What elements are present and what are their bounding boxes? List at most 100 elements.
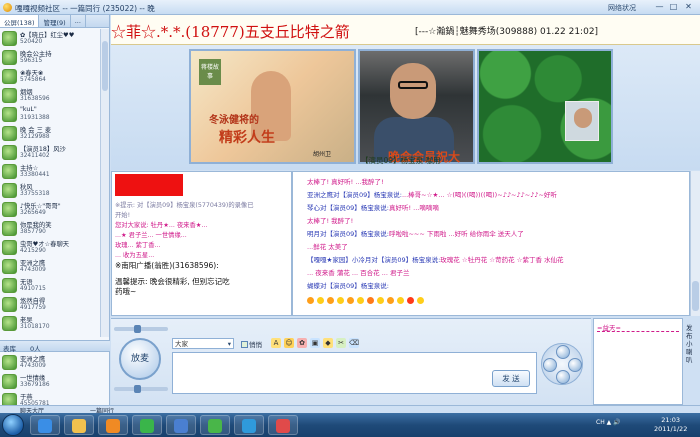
broadcast-button[interactable]: 发布小喇叭	[686, 324, 696, 364]
scroll-thumb[interactable]	[102, 41, 108, 91]
chat-line: 开始!	[115, 212, 131, 219]
chat-sender[interactable]: 亚洲之鹰对【演员09】杨宝泉说:	[307, 191, 402, 199]
list-item[interactable]: ♪快乐☆"哥哥" 3265649	[0, 200, 100, 219]
flower-icon[interactable]: ✿	[297, 338, 307, 348]
chat-message: 亚洲之鹰对【演员09】杨宝泉说:...棒哥~☆★... ☆(喝)((喝))((喝…	[307, 189, 557, 199]
chat-text: ... 夜来香 蒲花 ... 百合花 ... 君子兰	[307, 269, 410, 277]
screenshot-icon[interactable]: ✂	[336, 338, 346, 348]
clock[interactable]: 21:03 2011/1/22	[654, 416, 687, 434]
app-icon	[276, 419, 290, 433]
video-strip: 蒋楼故事 冬泳健将的 精彩人生 胡州卫 晚会会员祝大 【演员09】杨宝泉 咖用	[111, 45, 700, 170]
list-item[interactable]: 虫哥♥オ☆春聊天 4215290	[0, 238, 100, 257]
taskbar-ie[interactable]	[30, 415, 60, 435]
mic-button[interactable]: 放麦	[119, 338, 161, 380]
taskbar: CH ▲ 🔊 21:03 2011/1/22	[0, 413, 700, 437]
slider-handle[interactable]	[134, 325, 141, 333]
network-status[interactable]: 网络状况	[608, 3, 636, 13]
maximize-button[interactable]: □	[668, 2, 679, 12]
list-item[interactable]: ❀春天❀ 5745864	[0, 67, 100, 86]
avatar	[2, 107, 17, 122]
video-panel-1[interactable]: 蒋楼故事 冬泳健将的 精彩人生 胡州卫	[189, 49, 356, 164]
settings-icon[interactable]	[556, 345, 570, 359]
video-panel-2[interactable]	[358, 49, 475, 164]
checkbox-icon[interactable]	[241, 341, 248, 348]
target-select[interactable]: 大家	[172, 338, 234, 349]
tab-count[interactable]: 0人	[30, 343, 41, 353]
tab-admin[interactable]: 管理(9)	[39, 15, 71, 27]
list-item[interactable]: 晚 会 三 麦 32129988	[0, 124, 100, 143]
list-item[interactable]: 无语 4910715	[0, 276, 100, 295]
taskbar-explorer[interactable]	[64, 415, 94, 435]
chat-line: ... 收为五星...	[115, 252, 155, 259]
taskbar-app5[interactable]	[268, 415, 298, 435]
avatar	[2, 240, 17, 255]
media-controls	[541, 343, 583, 385]
bottom-tabs: 聊天大厅 一篇同行	[0, 405, 700, 415]
taskbar-media[interactable]	[98, 415, 128, 435]
private-checkbox[interactable]: 悄悄	[241, 339, 262, 349]
chat-scrollbar[interactable]	[690, 171, 700, 316]
user-id: 3265649	[20, 210, 46, 216]
list-item[interactable]: ✿【晓丘】红尘♥♥ 520420	[0, 29, 100, 48]
video-caption: 冬泳健将的	[209, 115, 259, 126]
font-icon[interactable]: A	[271, 338, 281, 348]
user-name: 于燕	[20, 394, 33, 401]
chat-text: 玫瑰花 ☆牡丹花 ☆苛药花 ☆紫丁香 水仙花	[440, 256, 564, 264]
image-icon[interactable]: ▣	[310, 338, 320, 348]
speaker-icon[interactable]	[568, 358, 582, 372]
user-name: "kuL"	[20, 106, 37, 113]
clear-icon[interactable]: ⌫	[349, 338, 359, 348]
user-name: ♪快乐☆"哥哥"	[20, 203, 61, 210]
slider-handle[interactable]	[134, 385, 141, 393]
user-id: 520420	[20, 39, 43, 45]
user-id: 32411402	[20, 153, 50, 159]
user-name: 老吴	[20, 317, 33, 324]
list-item[interactable]: 一世情缘 33679186	[0, 372, 100, 391]
volume-slider[interactable]	[114, 325, 168, 333]
list-item[interactable]: 秋风 33755318	[0, 181, 100, 200]
user-name: 秋风	[20, 184, 33, 191]
chat-sender[interactable]: 琴心对【演员09】杨宝泉说:	[307, 204, 389, 212]
user-list-scrollbar[interactable]	[100, 29, 109, 337]
tab-more[interactable]: ...	[71, 15, 86, 27]
gift-icon[interactable]: ◆	[323, 338, 333, 348]
tab-public[interactable]: 公屏(138)	[0, 15, 40, 27]
close-button[interactable]: ✕	[683, 2, 694, 12]
taskbar-app2[interactable]	[166, 415, 196, 435]
tab-table[interactable]: 表库	[3, 343, 16, 353]
emoji-icon[interactable]: ☺	[284, 338, 294, 348]
list-item[interactable]: 老吴 31018170	[0, 314, 100, 333]
taskbar-app4[interactable]	[234, 415, 264, 435]
app-logo-icon	[3, 3, 12, 12]
avatar	[2, 88, 17, 103]
list-item[interactable]: "kuL" 31931388	[0, 105, 100, 124]
video-person-face	[390, 63, 436, 119]
list-item[interactable]: 亚洲之鹰 4743009	[0, 353, 100, 372]
list-item[interactable]: 主持☆ 33380441	[0, 162, 100, 181]
taskbar-app3[interactable]	[200, 415, 230, 435]
list-item[interactable]: 亚洲之鹰 4743009	[0, 257, 100, 276]
record-icon[interactable]	[556, 370, 570, 384]
video-panel-3[interactable]	[477, 49, 613, 164]
camera-icon[interactable]	[543, 358, 557, 372]
list-item[interactable]: 【演员18】风沙 32411402	[0, 143, 100, 162]
list-item[interactable]: 晚会公主持 596315	[0, 48, 100, 67]
chat-sender[interactable]: 【嘎嘎★家园】小冷月对【演员09】杨宝泉说:	[307, 256, 440, 264]
red-banner-block	[115, 174, 183, 196]
start-button[interactable]	[2, 414, 24, 436]
list-item[interactable]: 你是我的笑 3857790	[0, 219, 100, 238]
taskbar-app1[interactable]	[132, 415, 162, 435]
system-tray[interactable]: CH ▲ 🔊	[596, 419, 621, 426]
chat-sender[interactable]: 蝴蝶对【演员09】杨宝泉说:	[307, 282, 389, 290]
scroll-thumb[interactable]	[692, 281, 699, 311]
input-area: 放麦 大家 悄悄 A ☺ ✿ ▣ ◆ ✂ ⌫ 发 送	[111, 318, 591, 405]
list-item[interactable]: 悠然自得 4917759	[0, 295, 100, 314]
chat-sender[interactable]: 明月对【演员09】杨宝泉说:	[307, 230, 389, 238]
app-icon	[174, 419, 188, 433]
list-item[interactable]: 烟烟 31638596	[0, 86, 100, 105]
mic-volume-slider[interactable]	[114, 385, 168, 393]
minimize-button[interactable]: —	[654, 2, 665, 12]
message-input[interactable]	[172, 352, 537, 394]
send-button[interactable]: 发 送	[492, 370, 530, 387]
user-id: 33755318	[20, 191, 50, 197]
